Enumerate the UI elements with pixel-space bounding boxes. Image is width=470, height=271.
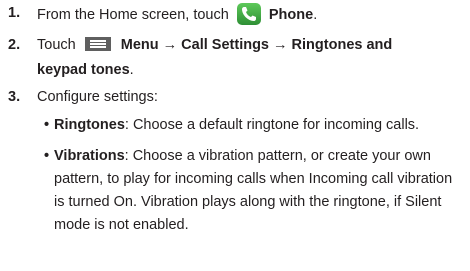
step-number: 3. xyxy=(8,89,21,105)
step-text: From the Home screen, touch xyxy=(37,6,229,23)
step-line: keypad tones. xyxy=(37,61,392,80)
setting-line: mode is not enabled. xyxy=(54,217,189,233)
bullet: • xyxy=(44,148,50,164)
setting-line: pattern, to play for incoming calls when… xyxy=(54,171,453,187)
step-number: 2. xyxy=(8,37,21,53)
step-number: 1. xyxy=(8,5,21,21)
setting-name: Ringtones xyxy=(54,117,125,133)
setting-body: Ringtones: Choose a default ringtone for… xyxy=(54,114,419,137)
setting-line: is turned On. Vibration plays along with… xyxy=(54,194,442,210)
menu-path-line1: Menu → Call Settings → Ringtones and xyxy=(120,37,393,53)
setting-name: Vibrations xyxy=(54,148,125,164)
setting-line: Vibrations: Choose a vibration pattern, … xyxy=(54,145,452,168)
step-body: From the Home screen, touch Phone. xyxy=(37,3,318,26)
phone-label: Phone xyxy=(268,6,314,23)
step-body: Touch Menu → Call Settings → Ringtones a… xyxy=(37,36,392,80)
step-line: Touch Menu → Call Settings → Ringtones a… xyxy=(37,36,392,55)
setting-desc: : Choose a default ringtone for incoming… xyxy=(124,117,420,133)
setting-desc: : Choose a vibration pattern, or create … xyxy=(124,148,431,164)
step-period: . xyxy=(313,6,318,23)
setting-body: Vibrations: Choose a vibration pattern, … xyxy=(54,145,452,237)
bullet: • xyxy=(44,117,50,133)
step-text: Touch xyxy=(37,37,76,53)
menu-path-line2: keypad tones xyxy=(37,62,130,78)
instructions-document: 1. From the Home screen, touch Phone. 2.… xyxy=(0,0,470,271)
step-text: Configure settings: xyxy=(37,89,158,105)
menu-icon xyxy=(84,37,111,52)
phone-app-icon xyxy=(236,3,261,25)
step-period: . xyxy=(129,62,134,78)
